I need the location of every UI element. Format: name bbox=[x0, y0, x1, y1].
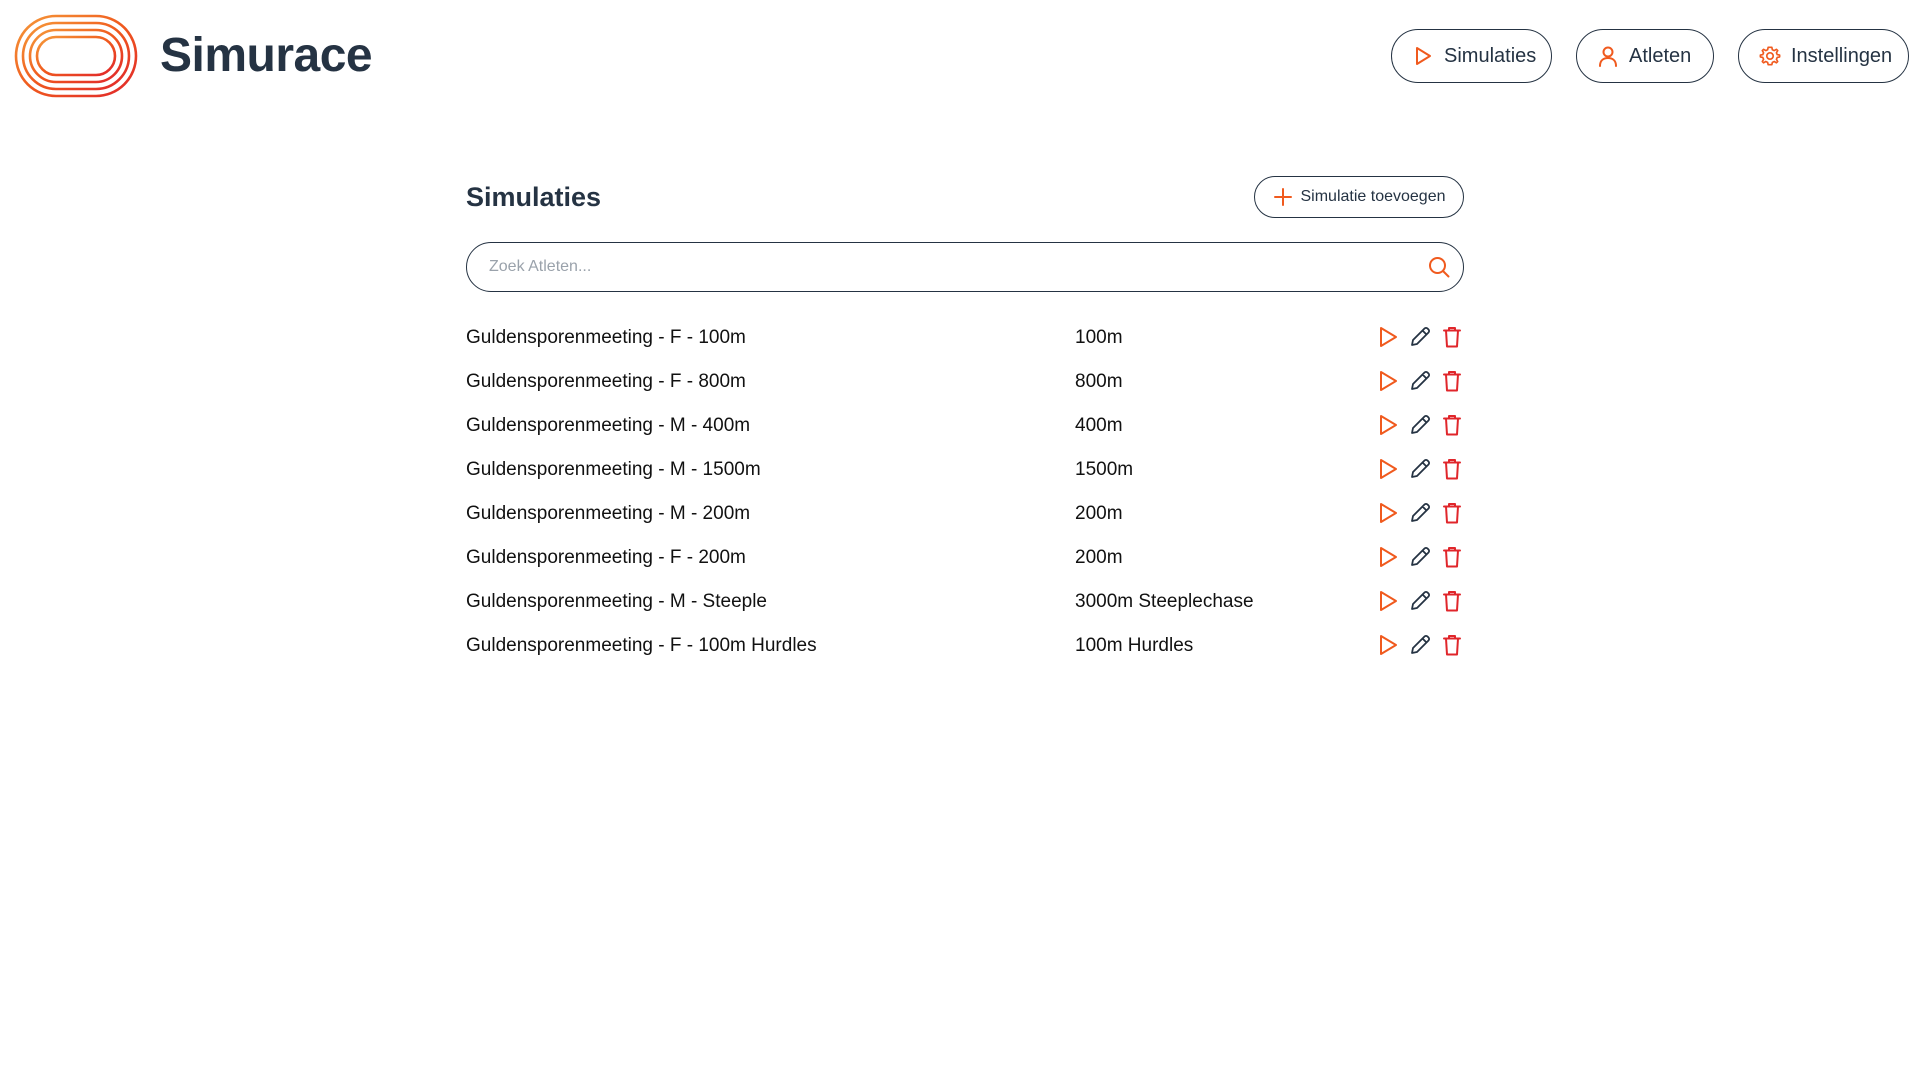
simulation-name: Guldensporenmeeting - F - 800m bbox=[466, 371, 746, 392]
play-icon[interactable] bbox=[1376, 500, 1400, 526]
simulation-distance: 100m Hurdles bbox=[1075, 635, 1194, 656]
simulation-distance: 1500m bbox=[1075, 459, 1134, 480]
simulation-name: Guldensporenmeeting - M - 200m bbox=[466, 503, 751, 524]
simulation-row[interactable]: Guldensporenmeeting - M - 200m 200m bbox=[466, 492, 1464, 536]
simulation-distance: 800m bbox=[1075, 371, 1123, 392]
nav-atleten-button[interactable]: Atleten bbox=[1576, 29, 1714, 83]
search-icon[interactable] bbox=[1427, 255, 1451, 279]
simulation-name: Guldensporenmeeting - M - 400m bbox=[466, 415, 751, 436]
pencil-icon[interactable] bbox=[1408, 588, 1432, 614]
nav-simulaties-label: Simulaties bbox=[1444, 44, 1537, 67]
pencil-icon[interactable] bbox=[1408, 412, 1432, 438]
main-nav: Simulaties Atleten Instellingen bbox=[1391, 29, 1909, 83]
play-icon[interactable] bbox=[1376, 456, 1400, 482]
simulation-name: Guldensporenmeeting - F - 100m Hurdles bbox=[466, 635, 817, 656]
row-actions bbox=[1376, 412, 1464, 438]
simurace-logo[interactable] bbox=[14, 14, 138, 98]
nav-atleten-label: Atleten bbox=[1629, 44, 1692, 67]
pencil-icon[interactable] bbox=[1408, 324, 1432, 350]
simulations-panel: Simulaties Simulatie toevoegen Guldenspo… bbox=[466, 176, 1464, 668]
plus-icon bbox=[1273, 187, 1293, 207]
pencil-icon[interactable] bbox=[1408, 544, 1432, 570]
top-bar: Simurace Simulaties Atleten Instellingen bbox=[0, 0, 1919, 120]
row-actions bbox=[1376, 632, 1464, 658]
play-icon bbox=[1412, 45, 1434, 67]
pencil-icon[interactable] bbox=[1408, 632, 1432, 658]
simulation-distance: 100m bbox=[1075, 327, 1123, 348]
simulation-name: Guldensporenmeeting - M - Steeple bbox=[466, 591, 767, 612]
user-icon bbox=[1597, 45, 1619, 67]
play-icon[interactable] bbox=[1376, 412, 1400, 438]
simulation-row[interactable]: Guldensporenmeeting - F - 200m 200m bbox=[466, 536, 1464, 580]
simulation-distance: 200m bbox=[1075, 503, 1123, 524]
simulation-distance: 200m bbox=[1075, 547, 1123, 568]
trash-icon[interactable] bbox=[1440, 588, 1464, 614]
row-actions bbox=[1376, 544, 1464, 570]
trash-icon[interactable] bbox=[1440, 544, 1464, 570]
simulation-row[interactable]: Guldensporenmeeting - M - 400m 400m bbox=[466, 404, 1464, 448]
simulation-distance: 3000m Steeplechase bbox=[1075, 591, 1254, 612]
search-input[interactable] bbox=[487, 243, 1387, 291]
simulation-name: Guldensporenmeeting - F - 100m bbox=[466, 327, 746, 348]
play-icon[interactable] bbox=[1376, 544, 1400, 570]
simulation-name: Guldensporenmeeting - F - 200m bbox=[466, 547, 746, 568]
row-actions bbox=[1376, 456, 1464, 482]
pencil-icon[interactable] bbox=[1408, 500, 1432, 526]
simulation-row[interactable]: Guldensporenmeeting - M - Steeple 3000m … bbox=[466, 580, 1464, 624]
simulation-row[interactable]: Guldensporenmeeting - F - 100m 100m bbox=[466, 316, 1464, 360]
trash-icon[interactable] bbox=[1440, 456, 1464, 482]
gear-icon bbox=[1759, 45, 1781, 67]
play-icon[interactable] bbox=[1376, 588, 1400, 614]
panel-header: Simulaties Simulatie toevoegen bbox=[466, 176, 1464, 220]
trash-icon[interactable] bbox=[1440, 324, 1464, 350]
row-actions bbox=[1376, 324, 1464, 350]
simulation-distance: 400m bbox=[1075, 415, 1123, 436]
simulation-row[interactable]: Guldensporenmeeting - M - 1500m 1500m bbox=[466, 448, 1464, 492]
trash-icon[interactable] bbox=[1440, 500, 1464, 526]
pencil-icon[interactable] bbox=[1408, 368, 1432, 394]
row-actions bbox=[1376, 588, 1464, 614]
simulation-row[interactable]: Guldensporenmeeting - F - 100m Hurdles 1… bbox=[466, 624, 1464, 668]
row-actions bbox=[1376, 500, 1464, 526]
page-title: Simulaties bbox=[466, 182, 602, 212]
add-simulation-label: Simulatie toevoegen bbox=[1300, 188, 1446, 205]
simulation-row[interactable]: Guldensporenmeeting - F - 800m 800m bbox=[466, 360, 1464, 404]
add-simulation-button[interactable]: Simulatie toevoegen bbox=[1254, 176, 1464, 218]
play-icon[interactable] bbox=[1376, 632, 1400, 658]
play-icon[interactable] bbox=[1376, 324, 1400, 350]
nav-simulaties-button[interactable]: Simulaties bbox=[1391, 29, 1552, 83]
pencil-icon[interactable] bbox=[1408, 456, 1432, 482]
trash-icon[interactable] bbox=[1440, 368, 1464, 394]
brand-name: Simurace bbox=[160, 29, 373, 82]
simulation-name: Guldensporenmeeting - M - 1500m bbox=[466, 459, 761, 480]
trash-icon[interactable] bbox=[1440, 632, 1464, 658]
trash-icon[interactable] bbox=[1440, 412, 1464, 438]
simulation-list: Guldensporenmeeting - F - 100m 100m Guld… bbox=[466, 316, 1464, 668]
nav-instellingen-label: Instellingen bbox=[1791, 44, 1893, 67]
row-actions bbox=[1376, 368, 1464, 394]
search-bar bbox=[466, 242, 1464, 292]
play-icon[interactable] bbox=[1376, 368, 1400, 394]
nav-instellingen-button[interactable]: Instellingen bbox=[1738, 29, 1909, 83]
